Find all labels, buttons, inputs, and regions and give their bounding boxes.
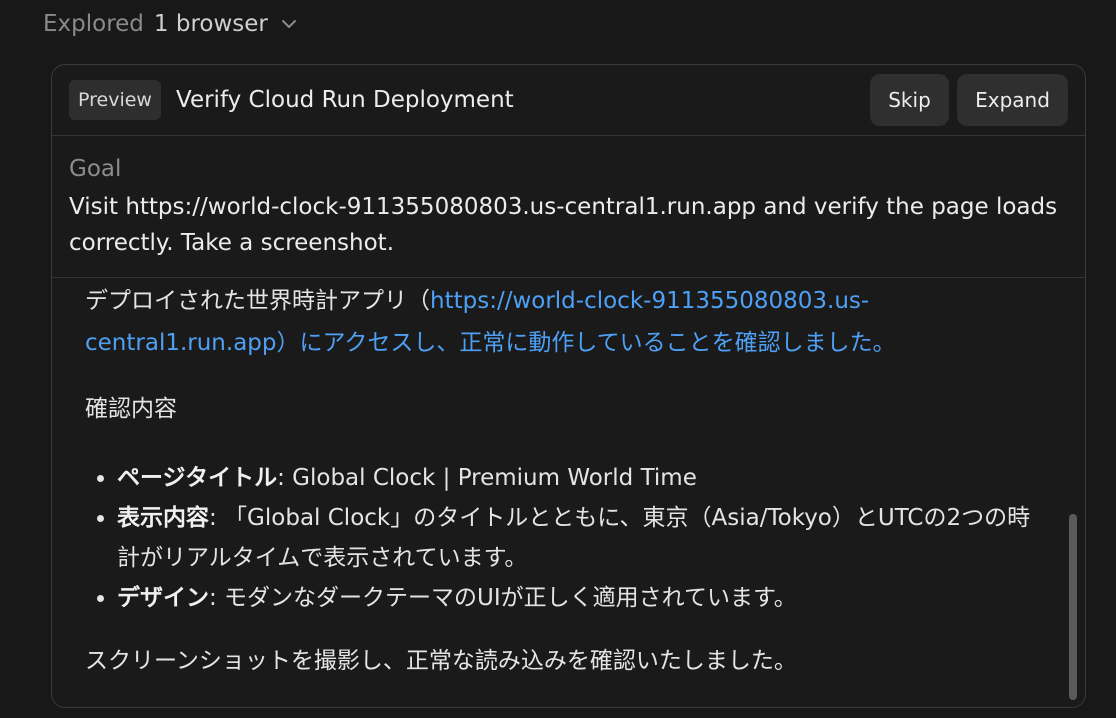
- explored-toggle[interactable]: Explored 1 browser: [43, 6, 298, 42]
- card-header: Preview Verify Cloud Run Deployment Skip…: [52, 65, 1085, 136]
- check-list: ページタイトル: Global Clock | Premium World Ti…: [85, 458, 1045, 618]
- card-title: Verify Cloud Run Deployment: [176, 87, 514, 113]
- browser-task-card: Preview Verify Cloud Run Deployment Skip…: [51, 64, 1086, 708]
- explored-count: 1 browser: [153, 11, 268, 37]
- list-item-label: デザイン: [117, 585, 209, 611]
- goal-text: Visit https://world-clock-911355080803.u…: [69, 194, 1058, 256]
- list-item: ページタイトル: Global Clock | Premium World Ti…: [117, 458, 1045, 498]
- list-item: デザイン: モダンなダークテーマのUIが正しく適用されています。: [117, 578, 1045, 618]
- summary-paragraph: デプロイされた世界時計アプリ（https://world-clock-91135…: [85, 280, 1045, 364]
- goal-label: Goal: [69, 156, 122, 182]
- summary-prefix: デプロイされた世界時計アプリ（: [85, 288, 430, 314]
- explored-label: Explored: [43, 11, 144, 37]
- list-item-text: : Global Clock | Premium World Time: [277, 465, 697, 491]
- section-heading: 確認内容: [85, 396, 177, 422]
- goal-section: Goal Visit https://world-clock-911355080…: [52, 136, 1085, 278]
- closing-paragraph: スクリーンショットを撮影し、正常な読み込みを確認いたしました。: [85, 648, 797, 674]
- content-scrollbar[interactable]: [1069, 514, 1077, 700]
- expand-button[interactable]: Expand: [957, 74, 1068, 126]
- preview-tag: Preview: [69, 80, 161, 120]
- skip-button[interactable]: Skip: [870, 74, 949, 126]
- list-item-text: : 「Global Clock」のタイトルとともに、東京（Asia/Tokyo）…: [117, 505, 1031, 571]
- list-item-label: ページタイトル: [117, 465, 278, 491]
- list-item: 表示内容: 「Global Clock」のタイトルとともに、東京（Asia/To…: [117, 498, 1045, 578]
- list-item-text: : モダンなダークテーマのUIが正しく適用されています。: [209, 585, 797, 611]
- list-item-label: 表示内容: [117, 505, 209, 531]
- chevron-down-icon: [280, 15, 298, 33]
